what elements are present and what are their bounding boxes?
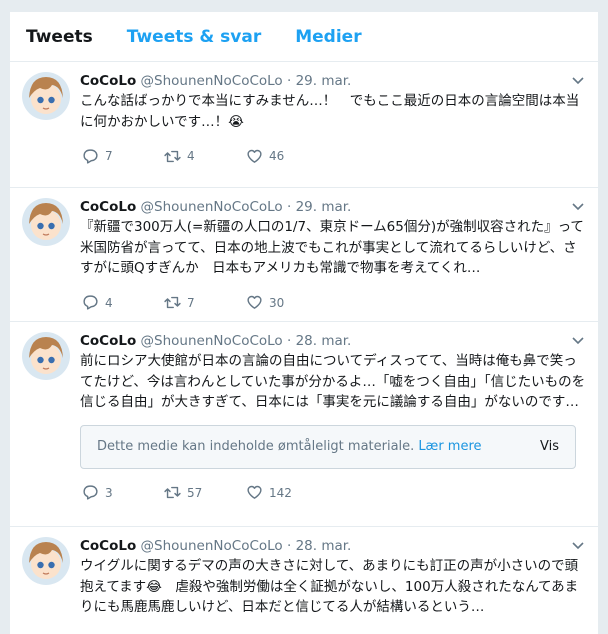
tweet-text: 『新疆で300万人(=新疆の人口の1/7、東京ドーム65個分)が強制収容された』…	[80, 219, 584, 276]
tab-tweets-and-replies[interactable]: Tweets & svar	[127, 27, 261, 47]
like-count: 30	[269, 295, 285, 310]
display-name[interactable]: CoCoLo	[80, 73, 136, 89]
tweet-date[interactable]: · 28. mar.	[287, 538, 351, 554]
reply-count: 3	[105, 485, 113, 500]
tab-media[interactable]: Medier	[295, 27, 361, 47]
chevron-down-icon[interactable]	[572, 74, 584, 88]
tweet-date[interactable]: · 29. mar.	[287, 199, 351, 215]
tweet-text: 前にロシア大使館が日本の言論の自由についてディスってて、当時は俺も鼻で笑ってたけ…	[80, 353, 586, 410]
retweet-icon	[164, 296, 181, 309]
tweet-actions: 7 4 46	[80, 138, 586, 174]
like-button[interactable]: 30	[244, 294, 326, 311]
tweet-header: CoCoLo @ShounenNoCoCoLo · 29. mar.	[80, 72, 586, 90]
like-count: 142	[269, 485, 292, 500]
like-count: 46	[269, 149, 285, 163]
tweet-text: こんな話ばっかりで本当にすみません…！ でもここ最近の日本の言論空間は本当に何か…	[80, 93, 580, 130]
reply-icon	[83, 485, 98, 500]
tweet-header: CoCoLo @ShounenNoCoCoLo · 28. mar.	[80, 537, 586, 555]
sensitive-media-notice: Dette medie kan indeholde ømtåleligt mat…	[80, 424, 576, 469]
heart-icon	[247, 149, 262, 163]
display-name[interactable]: CoCoLo	[80, 199, 136, 215]
retweet-icon	[164, 150, 181, 162]
heart-icon	[247, 485, 262, 499]
retweet-count: 4	[187, 149, 195, 163]
reply-button[interactable]: 4	[80, 294, 162, 311]
tweet-actions: 5 10 44	[80, 624, 586, 634]
tweet-text: ウイグルに関するデマの声の大きさに対して、あまりにも訂正の声が小さいので頭抱えて…	[80, 558, 579, 615]
reply-icon	[83, 148, 98, 164]
tweet-date[interactable]: · 28. mar.	[287, 333, 351, 349]
reply-button[interactable]: 3	[80, 484, 162, 501]
avatar[interactable]	[22, 72, 70, 120]
learn-more-link[interactable]: Lær mere	[418, 439, 481, 454]
reply-count: 7	[105, 149, 113, 163]
avatar[interactable]	[22, 537, 70, 585]
retweet-button[interactable]: 57	[162, 484, 244, 501]
like-button[interactable]: 142	[244, 484, 326, 501]
reply-count: 4	[105, 295, 113, 310]
profile-timeline: Tweets Tweets & svar Medier CoCoLo @Shou…	[10, 12, 598, 634]
user-handle[interactable]: @ShounenNoCoCoLo	[141, 538, 283, 554]
tweet[interactable]: CoCoLo @ShounenNoCoCoLo · 29. mar. 『新疆で3…	[10, 188, 598, 322]
like-button[interactable]: 46	[244, 148, 326, 165]
tab-tweets[interactable]: Tweets	[26, 27, 93, 47]
user-handle[interactable]: @ShounenNoCoCoLo	[141, 333, 283, 349]
heart-icon	[247, 295, 262, 309]
retweet-icon	[164, 486, 181, 499]
chevron-down-icon[interactable]	[572, 334, 584, 348]
retweet-count: 57	[187, 485, 203, 500]
reply-icon	[83, 295, 98, 310]
sensitive-media-text: Dette medie kan indeholde ømtåleligt mat…	[97, 439, 415, 454]
user-handle[interactable]: @ShounenNoCoCoLo	[141, 199, 283, 215]
user-handle[interactable]: @ShounenNoCoCoLo	[141, 73, 283, 89]
tweet-actions: 3 57 142	[80, 475, 586, 511]
tweet[interactable]: CoCoLo @ShounenNoCoCoLo · 29. mar. こんな話ば…	[10, 62, 598, 188]
tweet-actions: 4 7 30	[80, 285, 586, 321]
retweet-button[interactable]: 4	[162, 148, 244, 165]
reply-button[interactable]: 7	[80, 148, 162, 165]
retweet-button[interactable]: 7	[162, 294, 244, 311]
display-name[interactable]: CoCoLo	[80, 333, 136, 349]
tweet[interactable]: CoCoLo @ShounenNoCoCoLo · 28. mar. ウイグルに…	[10, 527, 598, 634]
tweet[interactable]: CoCoLo @ShounenNoCoCoLo · 28. mar. 前にロシア…	[10, 322, 598, 527]
retweet-count: 7	[187, 295, 195, 310]
avatar[interactable]	[22, 198, 70, 246]
profile-tabs: Tweets Tweets & svar Medier	[10, 12, 598, 62]
avatar[interactable]	[22, 332, 70, 380]
chevron-down-icon[interactable]	[572, 200, 584, 214]
display-name[interactable]: CoCoLo	[80, 538, 136, 554]
show-media-button[interactable]: Vis	[540, 439, 559, 454]
chevron-down-icon[interactable]	[572, 539, 584, 553]
tweet-date[interactable]: · 29. mar.	[287, 73, 351, 89]
tweet-header: CoCoLo @ShounenNoCoCoLo · 29. mar.	[80, 198, 586, 216]
tweet-header: CoCoLo @ShounenNoCoCoLo · 28. mar.	[80, 332, 586, 350]
